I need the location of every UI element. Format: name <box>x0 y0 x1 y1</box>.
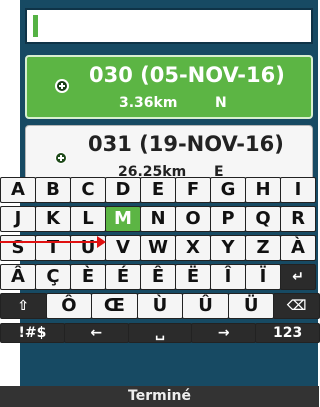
key-à[interactable]: À <box>280 235 316 261</box>
key-g[interactable]: G <box>210 177 246 203</box>
space-key[interactable]: ␣ <box>127 323 193 343</box>
symbols-key[interactable]: !#$ <box>0 323 65 343</box>
shift-key[interactable]: ⇧ <box>0 293 47 319</box>
keyboard: A B C D E F G H I J K L M N O P Q R S T U V W X Y Z À Â Ç È É Ê Ë Î Ï ↵ ⇧ Ô Œ Ù… <box>0 175 320 407</box>
key-y[interactable]: Y <box>210 235 246 261</box>
key-l[interactable]: L <box>70 206 106 232</box>
key-â[interactable]: Â <box>0 264 36 290</box>
screen: 030 (05-NOV-16) 3.36km N 031 (19-NOV-16)… <box>0 0 320 407</box>
pointer-line <box>0 241 100 243</box>
key-b[interactable]: B <box>35 177 71 203</box>
key-j[interactable]: J <box>0 206 36 232</box>
key-c[interactable]: C <box>70 177 106 203</box>
key-h[interactable]: H <box>245 177 281 203</box>
right-arrow-key[interactable]: → <box>191 323 257 343</box>
result-title: 030 (05-NOV-16) <box>89 63 285 87</box>
key-ê[interactable]: Ê <box>140 264 176 290</box>
search-input[interactable] <box>25 8 313 44</box>
key-ü[interactable]: Ü <box>227 293 275 319</box>
key-ô[interactable]: Ô <box>45 293 93 319</box>
key-v[interactable]: V <box>105 235 141 261</box>
key-e[interactable]: E <box>140 177 176 203</box>
key-û[interactable]: Û <box>182 293 229 319</box>
key-q[interactable]: Q <box>245 206 281 232</box>
key-é[interactable]: É <box>105 264 141 290</box>
enter-key[interactable]: ↵ <box>280 264 316 290</box>
waypoint-icon <box>56 153 66 163</box>
key-a[interactable]: A <box>0 177 36 203</box>
key-i[interactable]: I <box>280 177 316 203</box>
key-î[interactable]: Î <box>210 264 246 290</box>
key-ï[interactable]: Ï <box>245 264 281 290</box>
key-w[interactable]: W <box>140 235 176 261</box>
key-p[interactable]: P <box>210 206 246 232</box>
key-o[interactable]: O <box>175 206 211 232</box>
backspace-key[interactable]: ⌫ <box>273 293 320 319</box>
key-ë[interactable]: Ë <box>175 264 211 290</box>
pointer-head <box>97 236 106 248</box>
waypoint-icon <box>57 81 67 91</box>
left-arrow-key[interactable]: ← <box>63 323 129 343</box>
key-œ[interactable]: Œ <box>91 293 138 319</box>
result-item-030[interactable]: 030 (05-NOV-16) 3.36km N <box>25 55 313 119</box>
key-ç[interactable]: Ç <box>35 264 71 290</box>
text-cursor <box>33 15 38 37</box>
key-k[interactable]: K <box>35 206 71 232</box>
pointer-arrow <box>0 236 106 248</box>
result-distance: 3.36km <box>119 95 178 111</box>
done-button[interactable]: Terminé <box>0 386 319 407</box>
key-n[interactable]: N <box>140 206 176 232</box>
key-ù[interactable]: Ù <box>136 293 184 319</box>
numbers-key[interactable]: 123 <box>255 323 320 343</box>
key-f[interactable]: F <box>175 177 211 203</box>
result-title: 031 (19-NOV-16) <box>88 132 284 156</box>
key-z[interactable]: Z <box>245 235 281 261</box>
key-m[interactable]: M <box>105 206 141 232</box>
key-r[interactable]: R <box>280 206 316 232</box>
key-x[interactable]: X <box>175 235 211 261</box>
result-direction: N <box>215 95 227 111</box>
key-è[interactable]: È <box>70 264 106 290</box>
key-d[interactable]: D <box>105 177 141 203</box>
